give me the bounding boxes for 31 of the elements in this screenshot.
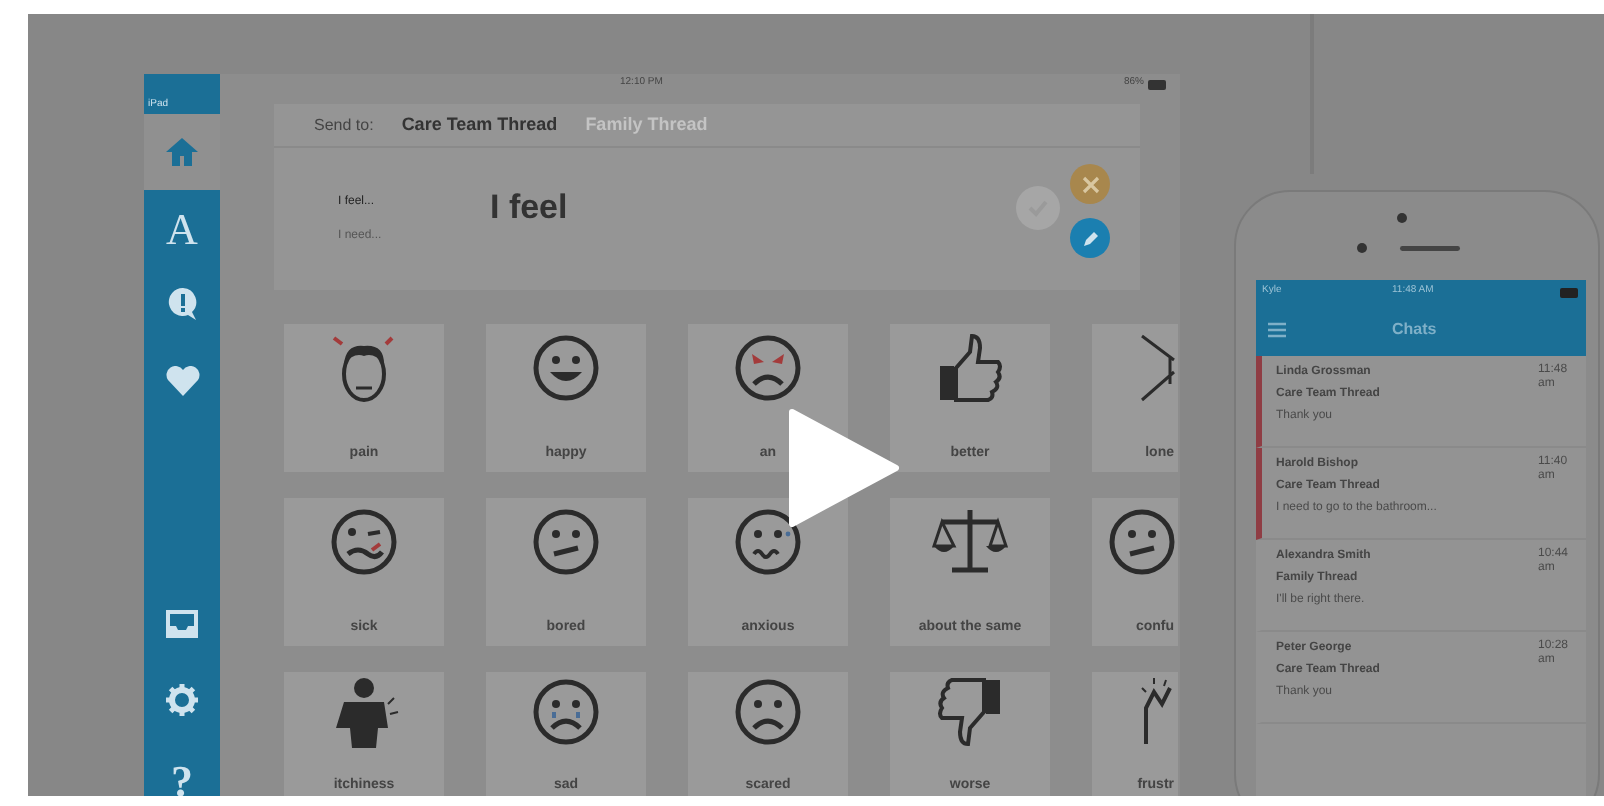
frowning-face-icon: [732, 676, 804, 748]
gear-icon: [166, 684, 198, 716]
battery-icon: [1148, 79, 1168, 89]
phone-camera-icon: [1396, 212, 1408, 224]
menu-icon[interactable]: [1268, 322, 1286, 338]
angry-face-icon: [732, 332, 804, 404]
sidebar-tab[interactable]: [144, 114, 220, 190]
speech-bubble-icon: [167, 288, 197, 320]
home-icon: [166, 138, 198, 166]
person-head-icon: [330, 332, 398, 408]
play-button-overlay[interactable]: [788, 408, 900, 528]
thread-tab[interactable]: Care Team Thread: [401, 111, 558, 139]
close-icon: [1081, 175, 1099, 193]
send-to-label: Send to:: [314, 113, 374, 137]
smiley-face-icon: [530, 332, 602, 404]
battery-icon: [1560, 287, 1580, 297]
pencil-icon: [1081, 229, 1099, 247]
thumbs-up-icon: [936, 332, 1004, 404]
clear-button[interactable]: [1070, 164, 1110, 204]
neutral-face-icon: [530, 506, 602, 578]
worried-face-icon: [732, 506, 804, 578]
message-text: I feel: [490, 185, 568, 230]
thumbs-down-icon: [936, 676, 1004, 748]
inbox-icon: [166, 610, 198, 638]
edit-button[interactable]: [1070, 218, 1110, 258]
heart-icon: [165, 365, 199, 395]
crying-face-icon: [530, 676, 602, 748]
screen-title: Chats: [1392, 318, 1437, 342]
balance-scale-icon: [932, 506, 1008, 578]
sick-face-icon: [328, 506, 400, 578]
neutral-face-icon: [1106, 506, 1178, 578]
